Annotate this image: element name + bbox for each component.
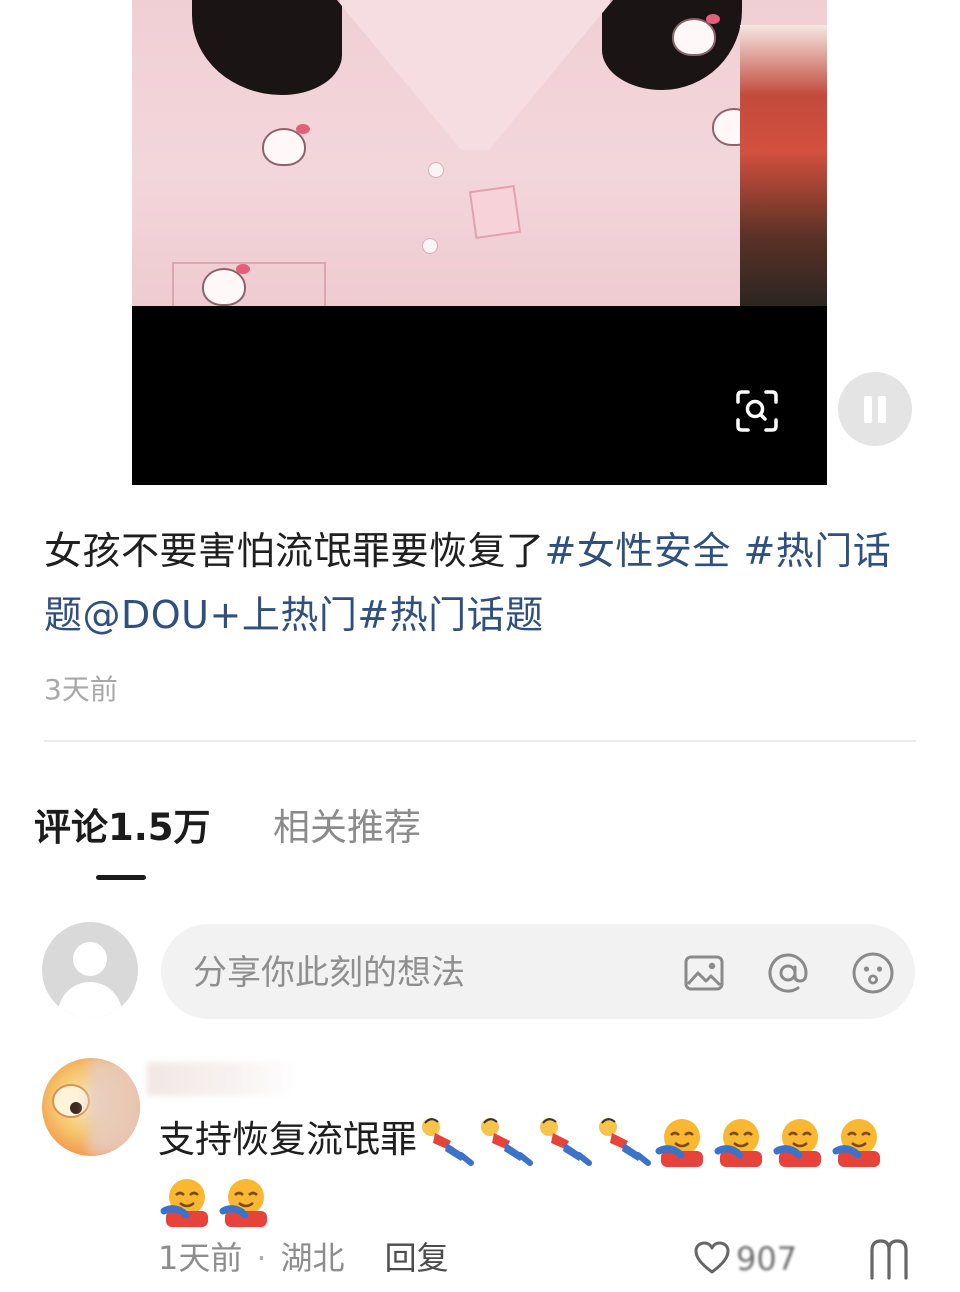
tab-comments[interactable]: 评论1.5万	[34, 800, 211, 856]
caption-text: 女孩不要害怕流氓罪要恢复了	[44, 529, 545, 573]
post-timestamp: 3天前	[44, 673, 118, 706]
hashtag-link[interactable]: #热门话题	[357, 593, 543, 637]
video-shirt-pocket	[172, 262, 326, 306]
user-avatar[interactable]	[42, 922, 138, 1018]
heart-icon	[694, 1241, 730, 1274]
avatar-character-eye	[70, 1102, 82, 1114]
scan-search-icon[interactable]	[734, 388, 780, 434]
divider	[44, 740, 916, 742]
hugging-face-emoji	[655, 1118, 703, 1167]
comment-location: 湖北	[280, 1239, 345, 1277]
meta-separator: ·	[256, 1239, 267, 1277]
hugging-face-emoji	[832, 1118, 880, 1167]
hugging-face-emoji	[160, 1178, 208, 1227]
emoji-icon[interactable]	[850, 950, 896, 996]
hugging-face-emoji	[219, 1178, 267, 1227]
commenter-username-redacted[interactable]	[147, 1062, 297, 1096]
video-shirt-button	[422, 238, 438, 254]
video-print-motif	[262, 124, 310, 166]
comment-text: 支持恢复流氓罪	[158, 1118, 417, 1161]
video-print-label	[468, 185, 522, 239]
kneeling-person-emoji	[599, 1117, 651, 1166]
kneeling-person-emoji	[540, 1117, 592, 1166]
like-count: 907	[736, 1240, 798, 1278]
video-hair-right	[602, 0, 742, 90]
video-background-decor	[740, 25, 827, 306]
post-caption: 女孩不要害怕流氓罪要恢复了#女性安全 #热门话题@DOU+上热门#热门话题	[44, 519, 924, 647]
commenter-avatar[interactable]	[42, 1058, 140, 1156]
avatar-placeholder-head	[73, 942, 107, 976]
comment-time: 1天前	[158, 1239, 243, 1277]
video-player[interactable]	[132, 0, 827, 485]
video-shirt-collar	[337, 0, 613, 150]
tab-related[interactable]: 相关推荐	[273, 800, 421, 856]
video-frame	[132, 0, 827, 306]
pause-icon	[864, 396, 872, 423]
comment-meta: 1天前 · 湖北 回复	[158, 1236, 449, 1280]
video-shirt-button	[428, 162, 444, 178]
hugging-face-emoji	[773, 1118, 821, 1167]
image-icon[interactable]	[681, 950, 727, 996]
video-hair-left	[192, 0, 342, 95]
like-button[interactable]: 907	[692, 1236, 842, 1282]
avatar-character-ear	[52, 1084, 90, 1118]
kneeling-person-emoji	[422, 1117, 474, 1166]
mention-link[interactable]: @DOU+上热门	[83, 593, 358, 637]
pause-button[interactable]	[838, 372, 912, 446]
active-tab-indicator	[96, 875, 146, 880]
avatar-redaction	[88, 1058, 140, 1156]
dislike-button[interactable]	[864, 1236, 914, 1282]
avatar-placeholder-body	[58, 982, 122, 1018]
comment-body: 支持恢复流氓罪	[158, 1110, 918, 1230]
hashtag-link[interactable]: #女性安全	[545, 529, 731, 573]
pause-icon-bar	[878, 396, 886, 423]
dislike-icon	[870, 1239, 908, 1280]
video-print-motif	[672, 14, 720, 56]
kneeling-person-emoji	[481, 1117, 533, 1166]
comment-input-box[interactable]	[161, 924, 915, 1021]
hugging-face-emoji	[714, 1118, 762, 1167]
video-black-area	[132, 306, 827, 485]
comment-input[interactable]	[191, 924, 665, 1021]
at-mention-icon[interactable]	[765, 950, 811, 996]
reply-button[interactable]: 回复	[385, 1239, 449, 1277]
